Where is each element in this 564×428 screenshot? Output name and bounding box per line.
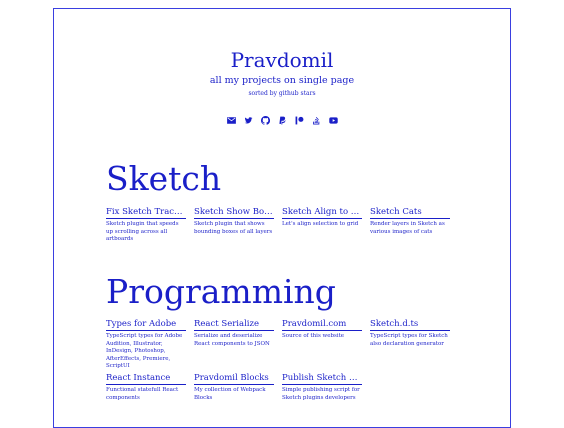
project-card[interactable]: Pravdomil.com Source of this website	[282, 319, 362, 341]
project-name[interactable]: Sketch Show Boun...	[194, 207, 274, 219]
project-card[interactable]: Sketch.d.ts TypeScript types for Sketch …	[370, 319, 450, 348]
project-name[interactable]: Types for Adobe	[106, 319, 186, 331]
project-name[interactable]: Pravdomil.com	[282, 319, 362, 331]
project-description: Functional statefull React components	[106, 387, 179, 401]
twitter-icon[interactable]	[244, 116, 253, 125]
project-description: TypeScript types for Adobe Audition, Ill…	[106, 333, 183, 369]
project-card[interactable]: Sketch Cats Render layers in Sketch as v…	[370, 207, 450, 236]
project-name[interactable]: Sketch Cats	[370, 207, 450, 219]
project-name[interactable]: Fix Sketch Trackpa...	[106, 207, 186, 219]
project-description: Simple publishing script for Sketch plug…	[282, 387, 360, 401]
sort-note: sorted by github stars	[248, 90, 316, 97]
project-card[interactable]: Fix Sketch Trackpa... Sketch plugin that…	[106, 207, 186, 244]
project-name[interactable]: Pravdomil Blocks	[194, 373, 274, 385]
project-description: Sketch plugin that shows bounding boxes …	[194, 221, 273, 235]
patreon-icon[interactable]	[295, 116, 304, 125]
project-description: TypeScript types for Sketch also declara…	[370, 333, 448, 347]
project-description: Render layers in Sketch as various image…	[370, 221, 445, 235]
social-links	[0, 116, 564, 125]
project-card[interactable]: Publish Sketch plu... Simple publishing …	[282, 373, 362, 402]
mail-icon[interactable]	[226, 116, 236, 125]
github-icon[interactable]	[260, 116, 270, 125]
project-card[interactable]: Pravdomil Blocks My collection of Webpac…	[194, 373, 274, 402]
project-description: Sketch plugin that speeds up scrolling a…	[106, 221, 179, 242]
project-description: Source of this website	[282, 333, 345, 339]
stackoverflow-icon[interactable]	[312, 116, 321, 125]
youtube-icon[interactable]	[328, 116, 338, 125]
project-description: My collection of Webpack Blocks	[194, 387, 266, 401]
project-card[interactable]: React Instance Functional statefull Reac…	[106, 373, 186, 402]
project-name[interactable]: React Serialize	[194, 319, 274, 331]
project-description: Serialize and deserialize React componen…	[194, 333, 270, 347]
project-name[interactable]: Publish Sketch plu...	[282, 373, 362, 385]
project-description: Let's align selection to grid	[282, 221, 359, 227]
project-name[interactable]: Sketch.d.ts	[370, 319, 450, 331]
project-card[interactable]: Sketch Align to Grid Let's align selecti…	[282, 207, 362, 229]
project-card[interactable]: React Serialize Serialize and deserializ…	[194, 319, 274, 348]
project-name[interactable]: Sketch Align to Grid	[282, 207, 362, 219]
project-name[interactable]: React Instance	[106, 373, 186, 385]
page-title: Pravdomil	[230, 48, 334, 72]
project-card[interactable]: Sketch Show Boun... Sketch plugin that s…	[194, 207, 274, 236]
section-title-programming: Programming	[106, 272, 336, 311]
paypal-icon[interactable]	[278, 116, 287, 125]
page-subtitle: all my projects on single page	[209, 75, 355, 86]
section-title-sketch: Sketch	[106, 159, 222, 198]
project-card[interactable]: Types for Adobe TypeScript types for Ado…	[106, 319, 186, 371]
